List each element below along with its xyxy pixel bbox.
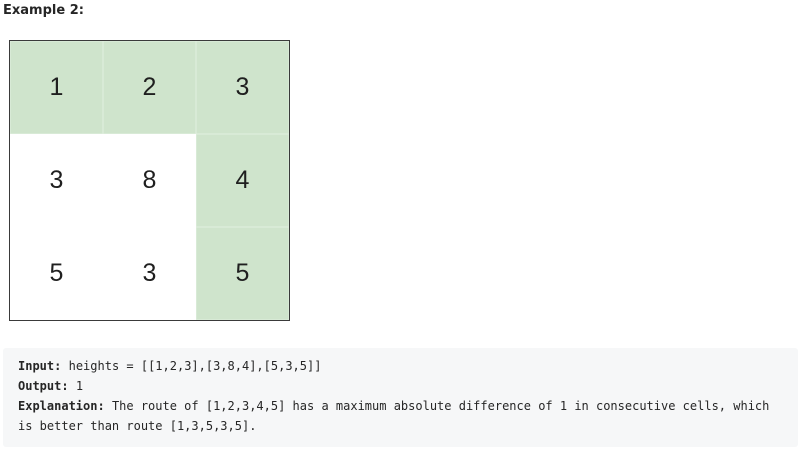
example-heading: Example 2: [3, 3, 84, 18]
grid-cell: 3 [10, 134, 103, 227]
input-value: heights = [[1,2,3],[3,8,4],[5,3,5]] [68, 359, 322, 373]
grid-cell: 8 [103, 134, 196, 227]
grid-cell: 3 [103, 227, 196, 320]
output-value: 1 [75, 379, 84, 393]
input-line: Input: heights = [[1,2,3],[3,8,4],[5,3,5… [18, 356, 784, 376]
grid-cell: 3 [196, 41, 289, 134]
explanation-label: Explanation: [18, 399, 105, 413]
grid-cell: 1 [10, 41, 103, 134]
grid-cell: 4 [196, 134, 289, 227]
explanation-line: Explanation: The route of [1,2,3,4,5] ha… [18, 396, 784, 436]
example-code-block: Input: heights = [[1,2,3],[3,8,4],[5,3,5… [3, 348, 798, 447]
grid-cell: 5 [10, 227, 103, 320]
input-label: Input: [18, 359, 62, 373]
grid-cell: 2 [103, 41, 196, 134]
grid-cell: 5 [196, 227, 289, 320]
output-line: Output: 1 [18, 376, 784, 396]
heights-grid: 123384535 [9, 40, 290, 321]
output-label: Output: [18, 379, 69, 393]
explanation-value: The route of [1,2,3,4,5] has a maximum a… [18, 399, 777, 433]
